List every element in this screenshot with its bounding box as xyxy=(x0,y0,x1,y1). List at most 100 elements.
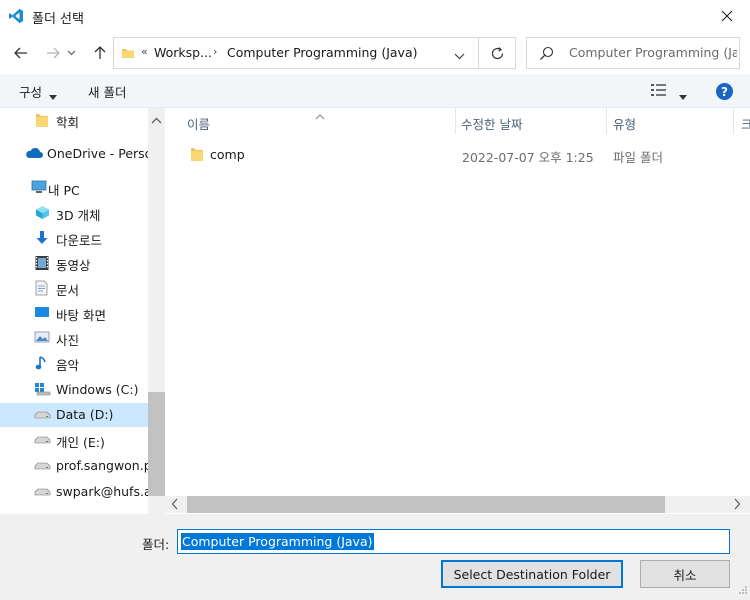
nav-item-academic[interactable]: 학회 xyxy=(0,108,148,132)
scrollbar-thumb[interactable] xyxy=(187,496,665,513)
caret-down-icon[interactable] xyxy=(679,88,687,103)
help-button[interactable]: ? xyxy=(716,83,733,100)
window-title: 폴더 선택 xyxy=(32,12,84,27)
nav-item-windows-c[interactable]: Windows (C:) xyxy=(0,378,148,402)
file-modified: 2022-07-07 오후 1:25 xyxy=(462,150,594,165)
nav-item-3d-objects[interactable]: 3D 개체 xyxy=(0,201,148,225)
view-options-icon[interactable] xyxy=(650,83,668,100)
sort-up-icon xyxy=(315,108,325,123)
nav-item-personal-e[interactable]: 개인 (E:) xyxy=(0,428,148,452)
nav-item-label: 학회 xyxy=(56,115,80,130)
file-row[interactable]: comp 2022-07-07 오후 1:25 파일 폴더 xyxy=(180,142,740,166)
breadcrumb-separator[interactable]: › xyxy=(213,45,217,58)
picture-icon xyxy=(34,330,50,346)
nav-item-data-d[interactable]: Data (D:) xyxy=(0,403,148,427)
file-type: 파일 폴더 xyxy=(613,150,663,165)
nav-item-videos[interactable]: 동영상 xyxy=(0,251,148,275)
arrow-left-icon xyxy=(14,47,27,59)
caret-down-icon[interactable] xyxy=(49,88,57,103)
column-header-modified[interactable]: 수정한 날짜 xyxy=(461,114,522,133)
nav-item-label: 개인 (E:) xyxy=(56,435,105,450)
scrollbar-thumb[interactable] xyxy=(148,392,165,496)
scroll-right-arrow-icon[interactable] xyxy=(734,498,741,513)
nav-item-network-drive-2[interactable]: swpark@hufs.ac.kr xyxy=(0,480,148,504)
nav-item-label: Data (D:) xyxy=(56,407,114,422)
nav-item-label: OneDrive - Personal xyxy=(47,146,148,161)
breadcrumb-parent[interactable]: Worksp... xyxy=(154,45,212,60)
cube-icon xyxy=(35,205,51,221)
file-list: 이름 수정한 날짜 유형 크 comp 2022-07-07 오후 1:25 파… xyxy=(165,108,750,496)
search-box[interactable]: Computer Programming (Ja... xyxy=(526,37,740,69)
new-folder-button[interactable]: 새 폴더 xyxy=(88,82,126,101)
select-destination-folder-button[interactable]: Select Destination Folder xyxy=(441,560,623,588)
column-divider[interactable] xyxy=(606,108,607,134)
recent-locations-button[interactable] xyxy=(64,42,78,64)
nav-item-desktop[interactable]: 바탕 화면 xyxy=(0,301,148,325)
title-bar: 폴더 선택 xyxy=(0,0,750,32)
breadcrumb-overflow[interactable]: « xyxy=(141,45,148,58)
navigation-pane: 학회 OneDrive - Personal 내 PC 3D 개체 다운로드 동… xyxy=(0,108,148,514)
arrow-right-icon xyxy=(47,47,60,59)
nav-item-music[interactable]: 음악 xyxy=(0,351,148,375)
column-header-name[interactable]: 이름 xyxy=(187,114,210,133)
nav-item-label: 사진 xyxy=(56,333,80,348)
desktop-icon xyxy=(34,305,50,321)
nav-item-label: 문서 xyxy=(56,283,80,298)
resize-grip-icon[interactable] xyxy=(738,583,748,598)
address-bar[interactable]: « Worksp... › Computer Programming (Java… xyxy=(113,37,479,69)
nav-item-label: Windows (C:) xyxy=(56,382,139,397)
drive-icon xyxy=(34,432,51,448)
column-header-size[interactable]: 크 xyxy=(741,114,750,133)
search-icon xyxy=(539,46,554,64)
organize-button[interactable]: 구성 xyxy=(19,82,42,101)
folder-icon xyxy=(35,112,51,128)
close-icon xyxy=(721,10,733,22)
scroll-left-arrow-icon[interactable] xyxy=(171,498,178,513)
column-divider[interactable] xyxy=(733,108,734,134)
back-button[interactable] xyxy=(10,42,32,64)
search-input[interactable]: Computer Programming (Ja... xyxy=(569,45,737,60)
windows-drive-icon xyxy=(34,382,51,398)
dialog-footer: 폴더: Computer Programming (Java) Select D… xyxy=(0,514,750,600)
nav-item-downloads[interactable]: 다운로드 xyxy=(0,226,148,250)
arrow-up-icon xyxy=(94,46,106,59)
drive-icon xyxy=(34,458,51,474)
nav-item-documents[interactable]: 문서 xyxy=(0,276,148,300)
folder-name-value[interactable]: Computer Programming (Java) xyxy=(181,533,374,550)
chevron-down-icon[interactable] xyxy=(454,48,465,63)
nav-item-label: 내 PC xyxy=(48,183,80,198)
computer-icon xyxy=(31,180,47,196)
video-icon xyxy=(35,255,51,271)
column-header-type[interactable]: 유형 xyxy=(613,114,636,133)
scroll-up-arrow-icon[interactable] xyxy=(151,112,162,127)
file-name: comp xyxy=(210,147,245,162)
nav-item-pictures[interactable]: 사진 xyxy=(0,326,148,350)
folder-icon xyxy=(190,146,204,165)
close-button[interactable] xyxy=(704,0,750,32)
breadcrumb-current[interactable]: Computer Programming (Java) xyxy=(227,45,418,60)
up-button[interactable] xyxy=(89,42,111,64)
nav-item-network-drive-1[interactable]: prof.sangwon.park xyxy=(0,454,148,478)
command-bar: 구성 새 폴더 ? xyxy=(0,74,750,108)
document-icon xyxy=(35,280,51,296)
nav-item-label: 음악 xyxy=(56,358,80,373)
nav-item-label: swpark@hufs.ac.kr xyxy=(56,484,148,499)
column-divider[interactable] xyxy=(455,108,456,134)
nav-item-this-pc[interactable]: 내 PC xyxy=(0,176,148,200)
forward-button[interactable] xyxy=(42,42,64,64)
nav-pane-scrollbar[interactable] xyxy=(148,108,165,514)
folder-icon xyxy=(121,46,135,63)
nav-item-label: 동영상 xyxy=(56,258,91,273)
music-icon xyxy=(35,355,51,371)
nav-item-label: 3D 개체 xyxy=(56,208,101,223)
nav-item-label: prof.sangwon.park xyxy=(56,458,148,473)
folder-name-input[interactable]: Computer Programming (Java) xyxy=(177,529,730,554)
drive-icon xyxy=(34,407,51,423)
refresh-button[interactable] xyxy=(479,37,516,69)
nav-item-onedrive[interactable]: OneDrive - Personal xyxy=(0,142,148,166)
cancel-button[interactable]: 취소 xyxy=(640,560,730,588)
vscode-icon xyxy=(8,8,24,24)
horizontal-scrollbar[interactable] xyxy=(165,496,750,513)
nav-item-label: 다운로드 xyxy=(56,233,103,248)
drive-icon xyxy=(34,484,51,500)
